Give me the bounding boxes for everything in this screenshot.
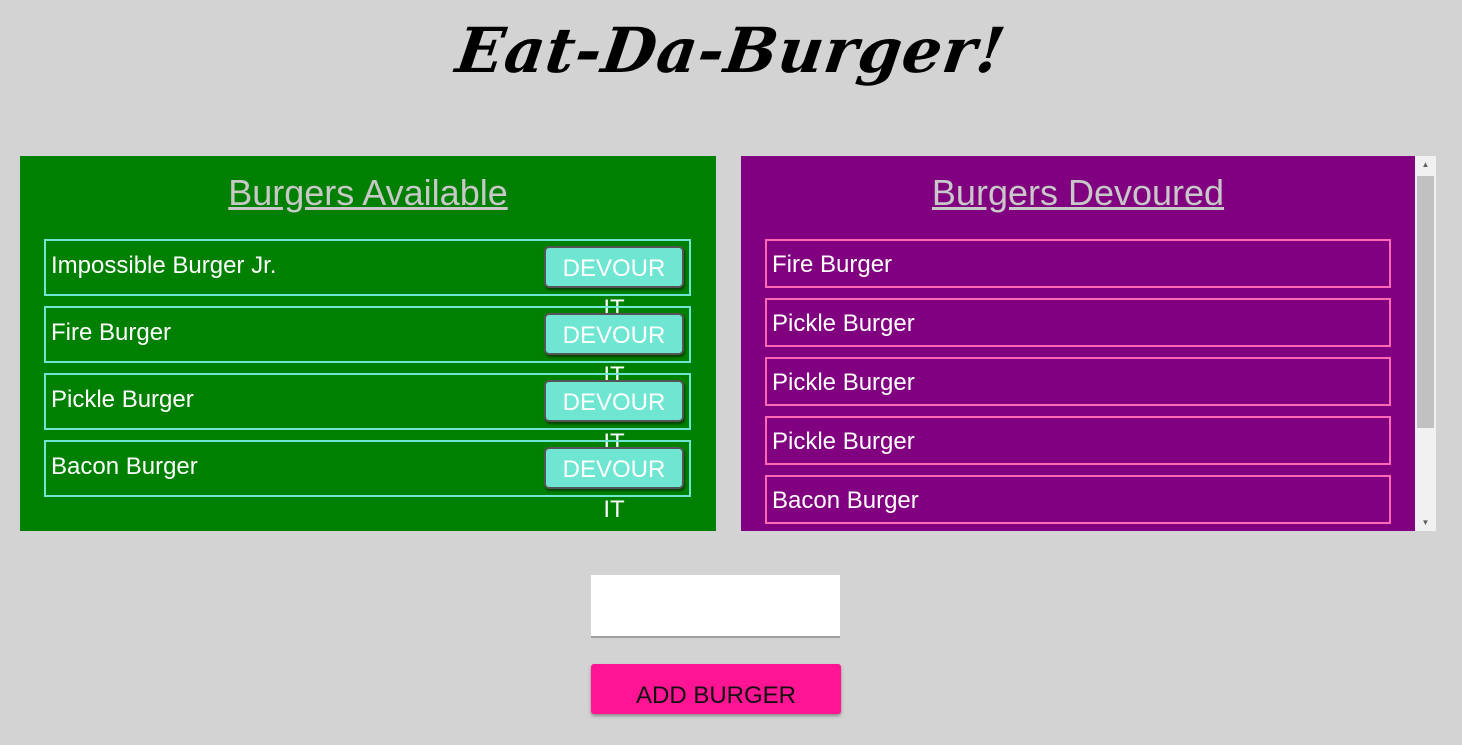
available-list: Impossible Burger Jr. DEVOUR IT Fire Bur…	[44, 239, 691, 523]
burgers-devoured-panel: Burgers Devoured Fire Burger Pickle Burg…	[741, 156, 1436, 531]
add-burger-button[interactable]: ADD BURGER	[591, 664, 841, 714]
devoured-list-item: Pickle Burger	[765, 298, 1391, 347]
page-title: Eat-Da-Burger!	[451, 14, 1011, 87]
burger-name: Bacon Burger	[51, 453, 198, 480]
devoured-list-item: Pickle Burger	[765, 357, 1391, 406]
available-heading: Burgers Available	[228, 172, 508, 213]
burger-name: Pickle Burger	[772, 428, 915, 455]
burger-name-input[interactable]	[591, 575, 840, 638]
devoured-list-item: Fire Burger	[765, 239, 1391, 288]
available-list-item: Impossible Burger Jr. DEVOUR IT	[44, 239, 691, 322]
burger-name: Fire Burger	[51, 319, 172, 346]
devour-button[interactable]: DEVOUR IT	[544, 313, 684, 389]
available-list-item: Bacon Burger DEVOUR IT	[44, 440, 691, 523]
devoured-list-item: Bacon Burger	[765, 475, 1391, 524]
burger-name: Impossible Burger Jr.	[51, 252, 277, 279]
scroll-up-arrow-icon[interactable]: ▲	[1415, 156, 1436, 173]
burger-name: Pickle Burger	[51, 386, 194, 413]
devour-button[interactable]: DEVOUR IT	[544, 246, 684, 322]
devoured-list-item: Pickle Burger	[765, 416, 1391, 465]
burgers-available-panel: Burgers Available Impossible Burger Jr. …	[20, 156, 716, 531]
available-list-item: Fire Burger DEVOUR IT	[44, 306, 691, 389]
devoured-heading: Burgers Devoured	[931, 172, 1225, 213]
devour-button[interactable]: DEVOUR IT	[544, 447, 684, 523]
burger-name: Pickle Burger	[772, 369, 915, 396]
scroll-down-arrow-icon[interactable]: ▼	[1415, 514, 1436, 531]
devoured-list: Fire Burger Pickle Burger Pickle Burger …	[765, 239, 1391, 531]
devour-button[interactable]: DEVOUR IT	[544, 380, 684, 456]
burger-name: Bacon Burger	[772, 487, 919, 514]
devoured-scrollbar[interactable]: ▲ ▼	[1415, 156, 1436, 531]
available-list-item: Pickle Burger DEVOUR IT	[44, 373, 691, 456]
scrollbar-thumb[interactable]	[1417, 176, 1434, 428]
burger-name: Fire Burger	[772, 251, 893, 278]
burger-name: Pickle Burger	[772, 310, 915, 337]
